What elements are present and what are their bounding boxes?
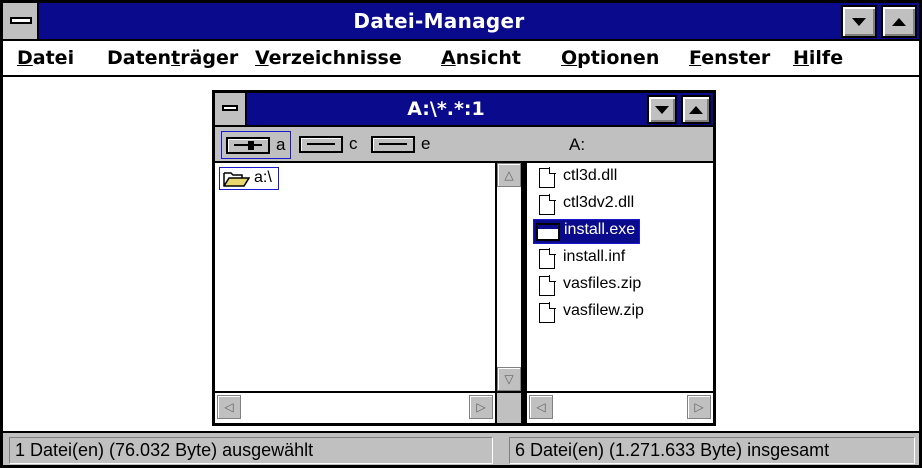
document-icon [539,248,556,269]
current-drive-label: A: [569,135,586,154]
menu-datentraeger[interactable]: Datenträger [107,41,238,75]
tree-vertical-scrollbar[interactable]: △ ▽ [495,163,521,391]
maximize-button[interactable] [881,5,917,38]
program-icon [536,223,560,241]
scroll-right-button[interactable]: ▷ [687,395,711,419]
document-icon [539,194,556,215]
scroll-right-button[interactable]: ▷ [469,395,493,419]
document-icon [539,275,556,296]
menu-fenster-accelerator: F [689,47,702,69]
menu-hilfe-accelerator: H [793,47,809,69]
menu-ansicht[interactable]: Ansicht [441,41,521,75]
menu-optionen-label: ptionen [577,47,660,69]
menu-ansicht-label: nsicht [455,47,521,69]
minimize-button[interactable] [841,5,877,38]
scroll-left-button[interactable]: ◁ [529,395,553,419]
menu-bar: Datei Datenträger Verzeichnisse Ansicht … [3,41,919,77]
document-icon [539,167,556,188]
file-name: ctl3dv2.dll [563,194,635,211]
file-name: install.exe [564,221,636,238]
system-menu-icon [10,17,32,24]
directory-window-title: A:\*.*:1 [407,98,485,120]
file-item[interactable]: vasfilew.zip [533,301,648,326]
menu-hilfe[interactable]: Hilfe [793,41,843,75]
menu-verzeichnisse-label: erzeichnisse [268,47,402,69]
file-item[interactable]: ctl3d.dll [533,166,621,191]
directory-tree-pane: a:\ △ ▽ ◁ ▷ [215,163,521,423]
directory-minimize-button[interactable] [647,95,677,124]
menu-datei-accelerator: D [17,47,33,69]
drive-e[interactable]: e [367,131,437,159]
menu-datei-label: atei [32,47,75,69]
file-horizontal-scrollbar[interactable]: ◁ ▷ [527,391,713,423]
drive-c[interactable]: c [295,131,365,159]
file-item[interactable]: vasfiles.zip [533,274,645,299]
file-item-selected[interactable]: install.exe [533,219,641,244]
file-list-pane: ctl3d.dll ctl3dv2.dll install.exe instal… [527,163,713,423]
menu-verzeichnisse-accelerator: V [255,47,269,69]
file-item[interactable]: install.inf [533,247,629,272]
file-name: vasfiles.zip [563,275,642,292]
tree-horizontal-scrollbar[interactable]: ◁ ▷ [215,391,495,423]
menu-hilfe-label: ilfe [808,47,844,69]
menu-fenster[interactable]: Fenster [689,41,770,75]
file-name: install.inf [563,248,626,265]
status-selected: 1 Datei(en) (76.032 Byte) ausgewählt [9,437,493,464]
document-icon [539,302,556,323]
hard-disk-icon [371,136,415,153]
maximize-arrow-icon [892,17,906,26]
menu-datentraeger-label-start: Daten [107,47,172,69]
drive-a[interactable]: a [221,131,291,159]
menu-optionen[interactable]: Optionen [561,41,659,75]
maximize-arrow-icon [689,105,703,114]
drive-letter: a [276,135,286,154]
minimize-arrow-icon [655,105,669,114]
directory-system-menu-button[interactable] [215,93,247,125]
system-menu-button[interactable] [3,3,39,39]
menu-datei[interactable]: Datei [17,41,74,75]
tree-item-root[interactable]: a:\ [219,167,279,190]
drive-letter: e [421,134,431,153]
menu-verzeichnisse[interactable]: Verzeichnisse [255,41,402,75]
floppy-drive-icon [226,137,270,154]
open-folder-icon [223,172,250,187]
file-item[interactable]: ctl3dv2.dll [533,193,638,218]
scroll-down-button[interactable]: ▽ [497,367,521,391]
file-name: ctl3d.dll [563,167,618,184]
directory-maximize-button[interactable] [681,95,711,124]
drive-letter: c [349,134,358,153]
drive-bar: a c e A: [215,127,713,163]
menu-datentraeger-accelerator: t [171,47,181,69]
window-title: Datei-Manager [353,9,525,33]
menu-fenster-label: enster [701,47,771,69]
status-total: 6 Datei(en) (1.271.633 Byte) insgesamt [509,437,915,464]
scrollbar-corner [495,391,521,423]
directory-window: A:\*.*:1 a c e A: a:\ △ ▽ ◁ ▷ ctl3d.dll … [212,90,716,426]
minimize-arrow-icon [852,17,866,26]
status-bar: 1 Datei(en) (76.032 Byte) ausgewählt 6 D… [3,431,919,465]
menu-ansicht-accelerator: A [441,47,456,69]
hard-disk-icon [299,136,343,153]
tree-item-label: a:\ [254,169,272,186]
menu-optionen-accelerator: O [561,47,578,69]
title-bar[interactable]: Datei-Manager [3,3,919,41]
scroll-up-button[interactable]: △ [497,163,521,187]
file-name: vasfilew.zip [563,302,644,319]
directory-title-bar[interactable]: A:\*.*:1 [215,93,713,127]
menu-datentraeger-label-end: räger [180,47,239,69]
scroll-left-button[interactable]: ◁ [217,395,241,419]
system-menu-icon [222,105,238,111]
